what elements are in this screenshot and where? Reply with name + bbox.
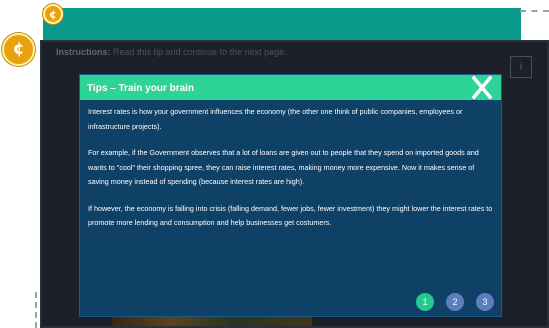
modal-header: Tips – Train your brain [80, 75, 501, 100]
modal-body: Interest rates is how your government in… [88, 105, 496, 243]
tips-modal: Tips – Train your brain Interest rates i… [79, 74, 502, 317]
dashed-guide-vertical [35, 292, 37, 328]
tip-paragraph: Interest rates is how your government in… [88, 107, 463, 131]
close-icon [471, 75, 493, 100]
page-dot-1[interactable]: 1 [416, 293, 434, 311]
dashed-guide-horizontal [520, 10, 549, 12]
coin-symbol: ¢ [49, 7, 57, 21]
page-dot-3[interactable]: 3 [476, 293, 494, 311]
instructions-body: Read this tip and continue to the next p… [113, 47, 287, 57]
close-button[interactable] [467, 75, 497, 100]
modal-title: Tips – Train your brain [87, 83, 195, 94]
coin-icon: ¢ [2, 33, 35, 66]
tip-paragraph: If however, the economy is falling into … [88, 203, 493, 228]
instructions-text: Instructions: Read this tip and continue… [56, 47, 287, 57]
info-button[interactable]: i [510, 56, 532, 78]
page-dot-2[interactable]: 2 [446, 293, 464, 311]
tip-paragraph: For example, if the Government observes … [88, 148, 479, 186]
instructions-label: Instructions: [56, 47, 111, 57]
coin-symbol: ¢ [12, 39, 25, 59]
coin-icon: ¢ [43, 4, 63, 24]
